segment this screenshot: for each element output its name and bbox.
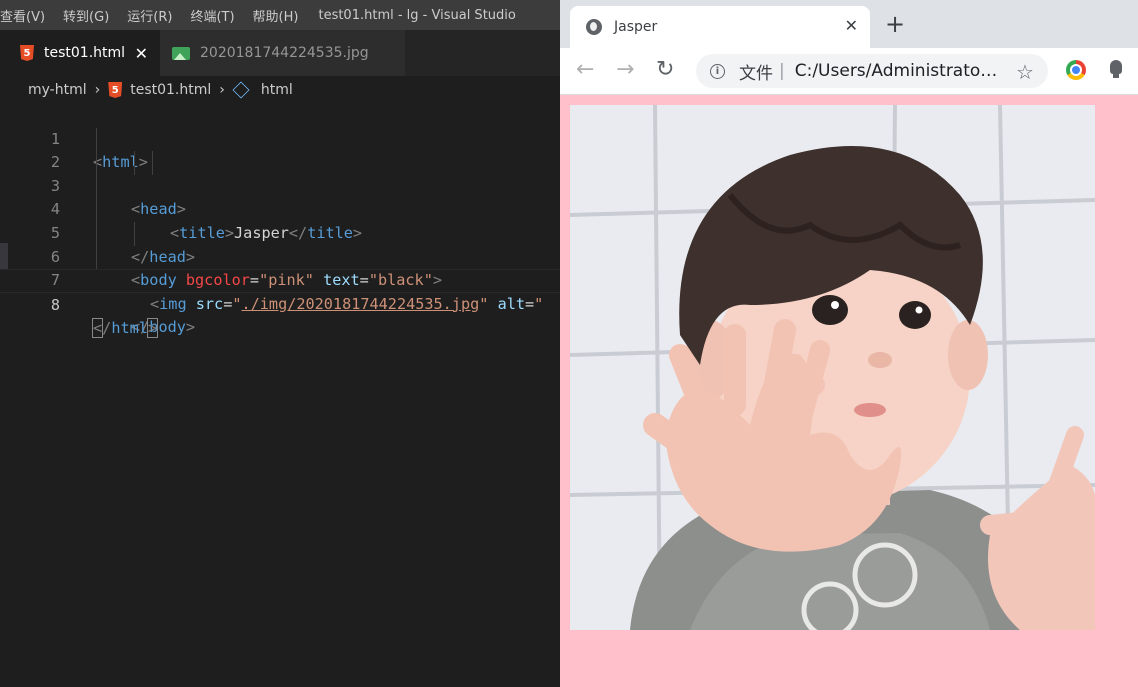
browser-tab-strip: Jasper ✕ + <box>560 0 1138 48</box>
close-icon[interactable]: ✕ <box>845 16 858 35</box>
attribute-name: alt <box>497 294 525 313</box>
tag-name: html <box>111 319 148 338</box>
code-line: 2 <head> <box>0 127 560 218</box>
html5-icon: 5 <box>20 45 34 61</box>
address-url[interactable]: C:/Users/Administrato… <box>795 61 998 81</box>
code-line: 6 <img src="./img/2020181744224535.jpg" … <box>0 221 560 313</box>
html5-icon: 5 <box>108 82 123 98</box>
page-image <box>570 105 1095 630</box>
code-line: 5 <body bgcolor="pink" text="black"> <box>0 198 560 289</box>
reload-icon[interactable]: ↻ <box>656 57 674 83</box>
globe-icon <box>586 19 602 35</box>
menu-run[interactable]: 运行(R) <box>127 6 180 25</box>
info-icon[interactable]: i <box>710 63 725 79</box>
tab-label: 2020181744224535.jpg <box>200 45 369 61</box>
close-icon[interactable]: ✕ <box>135 44 148 63</box>
menu-terminal[interactable]: 终端(T) <box>190 6 242 25</box>
src-path-link[interactable]: ./img/2020181744224535.jpg <box>242 295 480 313</box>
attribute-name: src <box>195 294 224 313</box>
back-arrow-icon[interactable]: ← <box>576 57 594 83</box>
new-tab-button[interactable]: + <box>885 12 905 36</box>
window-title: test01.html - lg - Visual Studio <box>318 7 516 23</box>
symbol-element-icon <box>232 81 250 99</box>
browser-tab[interactable]: Jasper ✕ <box>570 6 870 48</box>
address-scheme-label: 文件 <box>739 63 773 84</box>
breadcrumb-folder[interactable]: my-html <box>28 82 87 98</box>
browser-tab-title: Jasper <box>614 19 658 35</box>
address-separator: | <box>779 61 785 81</box>
tab-image-file[interactable]: 2020181744224535.jpg <box>160 30 405 76</box>
address-bar[interactable]: i 文件 | C:/Users/Administrato… <box>696 54 1048 88</box>
menu-help[interactable]: 帮助(H) <box>253 6 307 25</box>
chrome-window: Jasper ✕ + ← → ↻ i 文件 | C:/Users/Adminis… <box>560 0 1138 687</box>
breadcrumb-file[interactable]: test01.html <box>130 82 211 98</box>
menu-bar: 查看(V) 转到(G) 运行(R) 终端(T) 帮助(H) test01.htm… <box>0 0 560 30</box>
breadcrumb-symbol[interactable]: html <box>261 82 293 98</box>
chevron-right-icon: › <box>94 82 101 98</box>
tag-name: img <box>159 294 187 313</box>
code-line: 4 </head> <box>0 174 560 266</box>
code-editor[interactable]: 1 <html> 2 <head> 3 <title>Jasper</title… <box>0 104 560 339</box>
lightbulb-extension-icon[interactable] <box>1110 60 1122 78</box>
image-file-icon <box>172 46 190 60</box>
tab-label: test01.html <box>44 45 126 61</box>
menu-view[interactable]: 查看(V) <box>0 6 53 25</box>
code-line: 7 </body> <box>0 245 560 336</box>
chrome-extension-icon[interactable] <box>1066 60 1086 80</box>
browser-toolbar: ← → ↻ i 文件 | C:/Users/Administrato… ☆ <box>560 48 1138 95</box>
breadcrumb: my-html › 5 test01.html › html <box>0 76 560 104</box>
code-line: 1 <html> <box>0 104 560 172</box>
code-line: 3 <title>Jasper</title> <box>0 151 560 242</box>
star-icon[interactable]: ☆ <box>1016 60 1034 84</box>
tab-test01-html[interactable]: 5 test01.html ✕ <box>0 30 160 76</box>
forward-arrow-icon[interactable]: → <box>616 57 634 83</box>
vscode-window: 查看(V) 转到(G) 运行(R) 终端(T) 帮助(H) test01.htm… <box>0 0 560 687</box>
menu-go[interactable]: 转到(G) <box>63 6 117 25</box>
code-line-current: 8 </html> <box>0 269 560 339</box>
editor-tab-bar: 5 test01.html ✕ 2020181744224535.jpg <box>0 30 560 76</box>
chevron-right-icon: › <box>219 82 225 98</box>
line-number: 8 <box>50 295 60 314</box>
